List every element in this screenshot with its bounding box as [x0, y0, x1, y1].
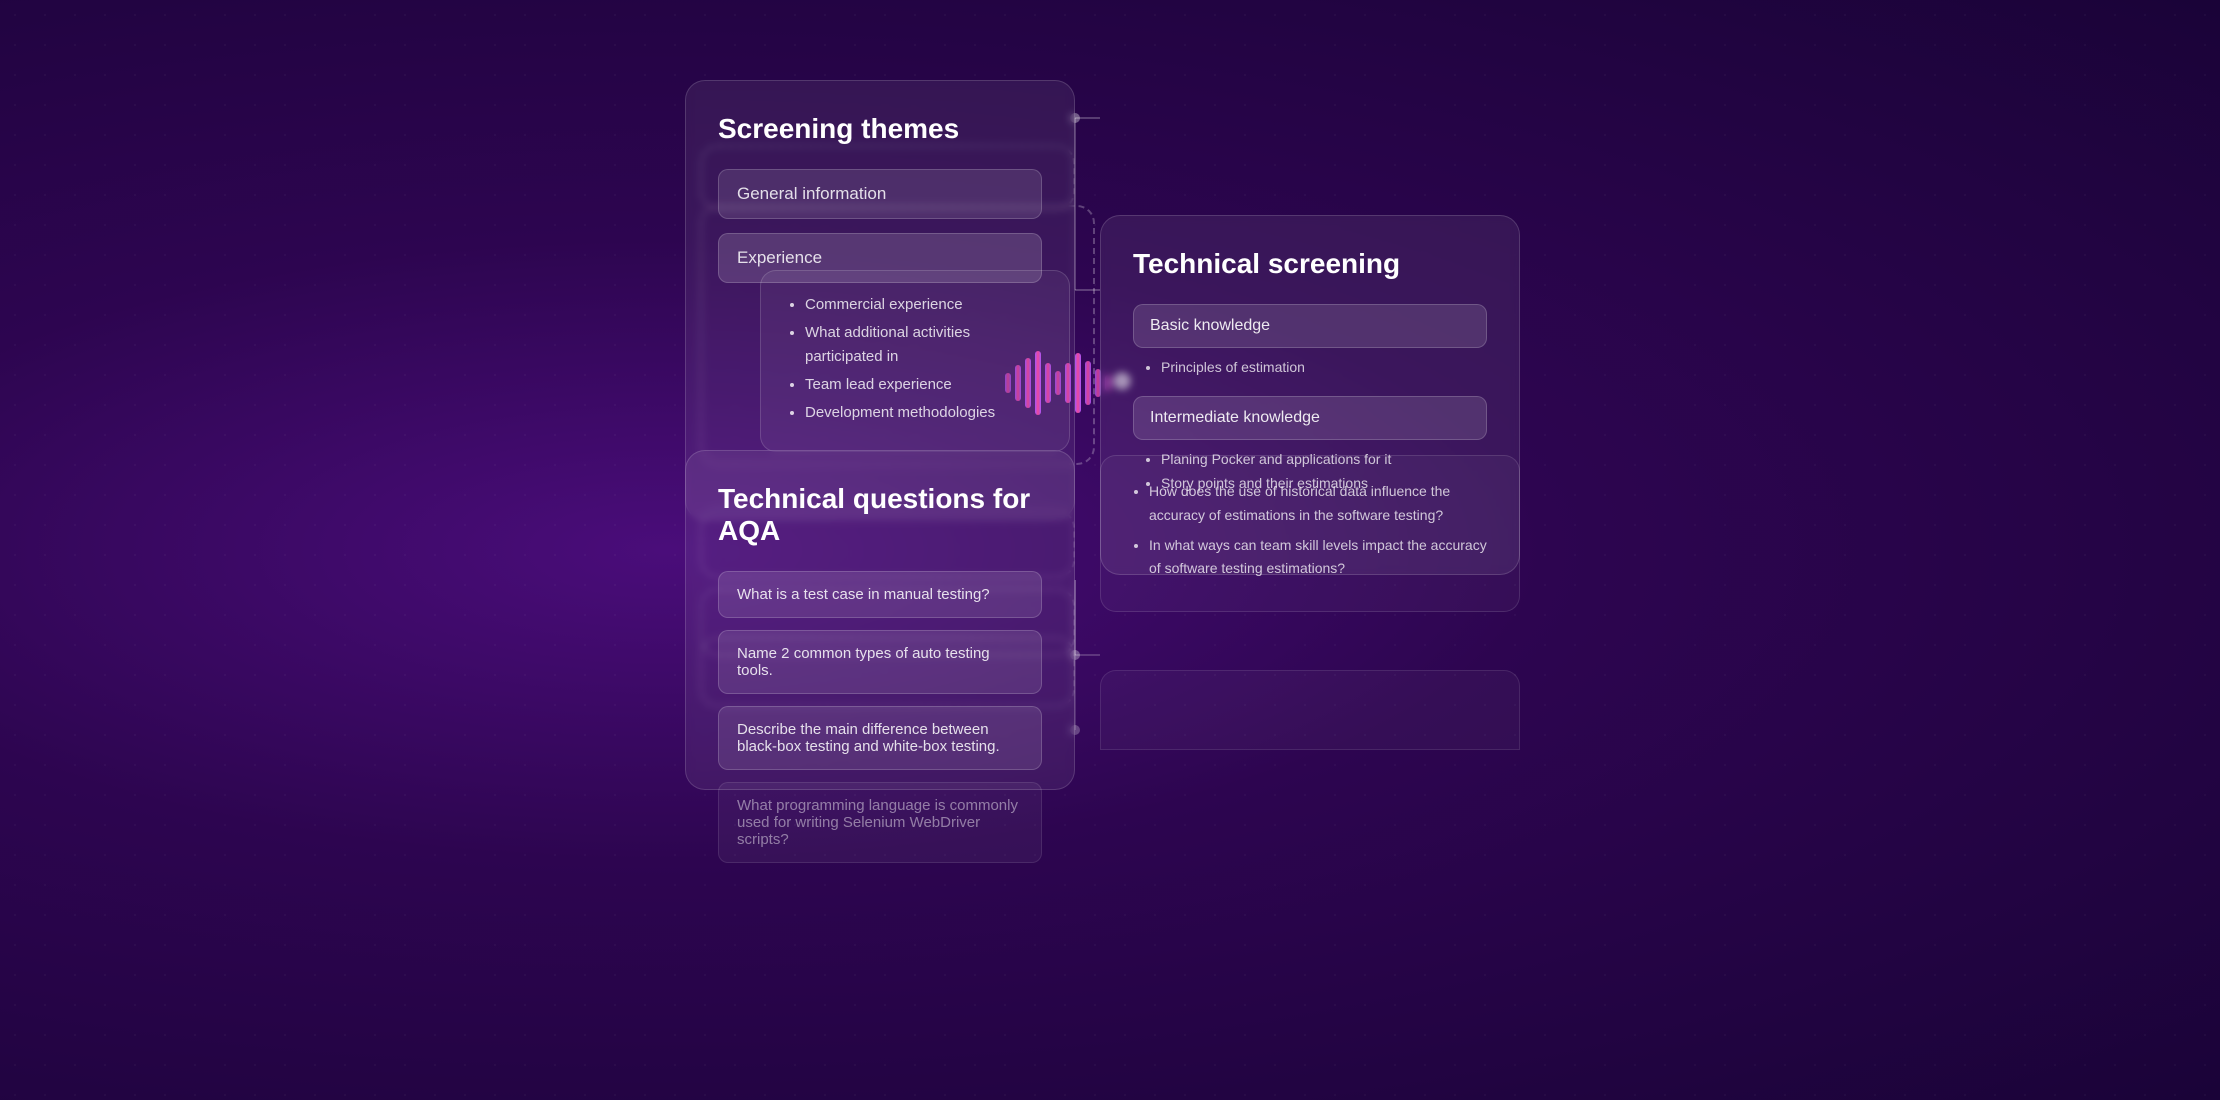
intermediate-knowledge-header: Intermediate knowledge [1133, 396, 1487, 440]
technical-questions-aqa-card: Technical questions for AQA What is a te… [685, 450, 1075, 790]
general-information-item[interactable]: General information [718, 169, 1042, 219]
basic-knowledge-header: Basic knowledge [1133, 304, 1487, 348]
aqa-card-title: Technical questions for AQA [718, 483, 1042, 547]
bottom-partial-card [1100, 670, 1520, 750]
aqa-question-4[interactable]: What programming language is commonly us… [718, 782, 1042, 863]
extended-questions-card: How does the use of historical data infl… [1100, 455, 1520, 612]
screening-themes-title: Screening themes [718, 113, 1042, 145]
extended-question-2: In what ways can team skill levels impac… [1149, 534, 1491, 582]
basic-knowledge-item-1: Principles of estimation [1161, 356, 1487, 380]
extended-question-1: How does the use of historical data infl… [1149, 480, 1491, 528]
basic-knowledge-list: Principles of estimation [1133, 356, 1487, 380]
experience-item-1: Commercial experience [805, 293, 1043, 317]
technical-screening-title: Technical screening [1133, 248, 1487, 280]
basic-knowledge-section: Basic knowledge Principles of estimation [1133, 304, 1487, 380]
aqa-question-2[interactable]: Name 2 common types of auto testing tool… [718, 630, 1042, 694]
aqa-question-3[interactable]: Describe the main difference between bla… [718, 706, 1042, 770]
aqa-question-1[interactable]: What is a test case in manual testing? [718, 571, 1042, 618]
extended-questions-list: How does the use of historical data infl… [1129, 480, 1491, 581]
